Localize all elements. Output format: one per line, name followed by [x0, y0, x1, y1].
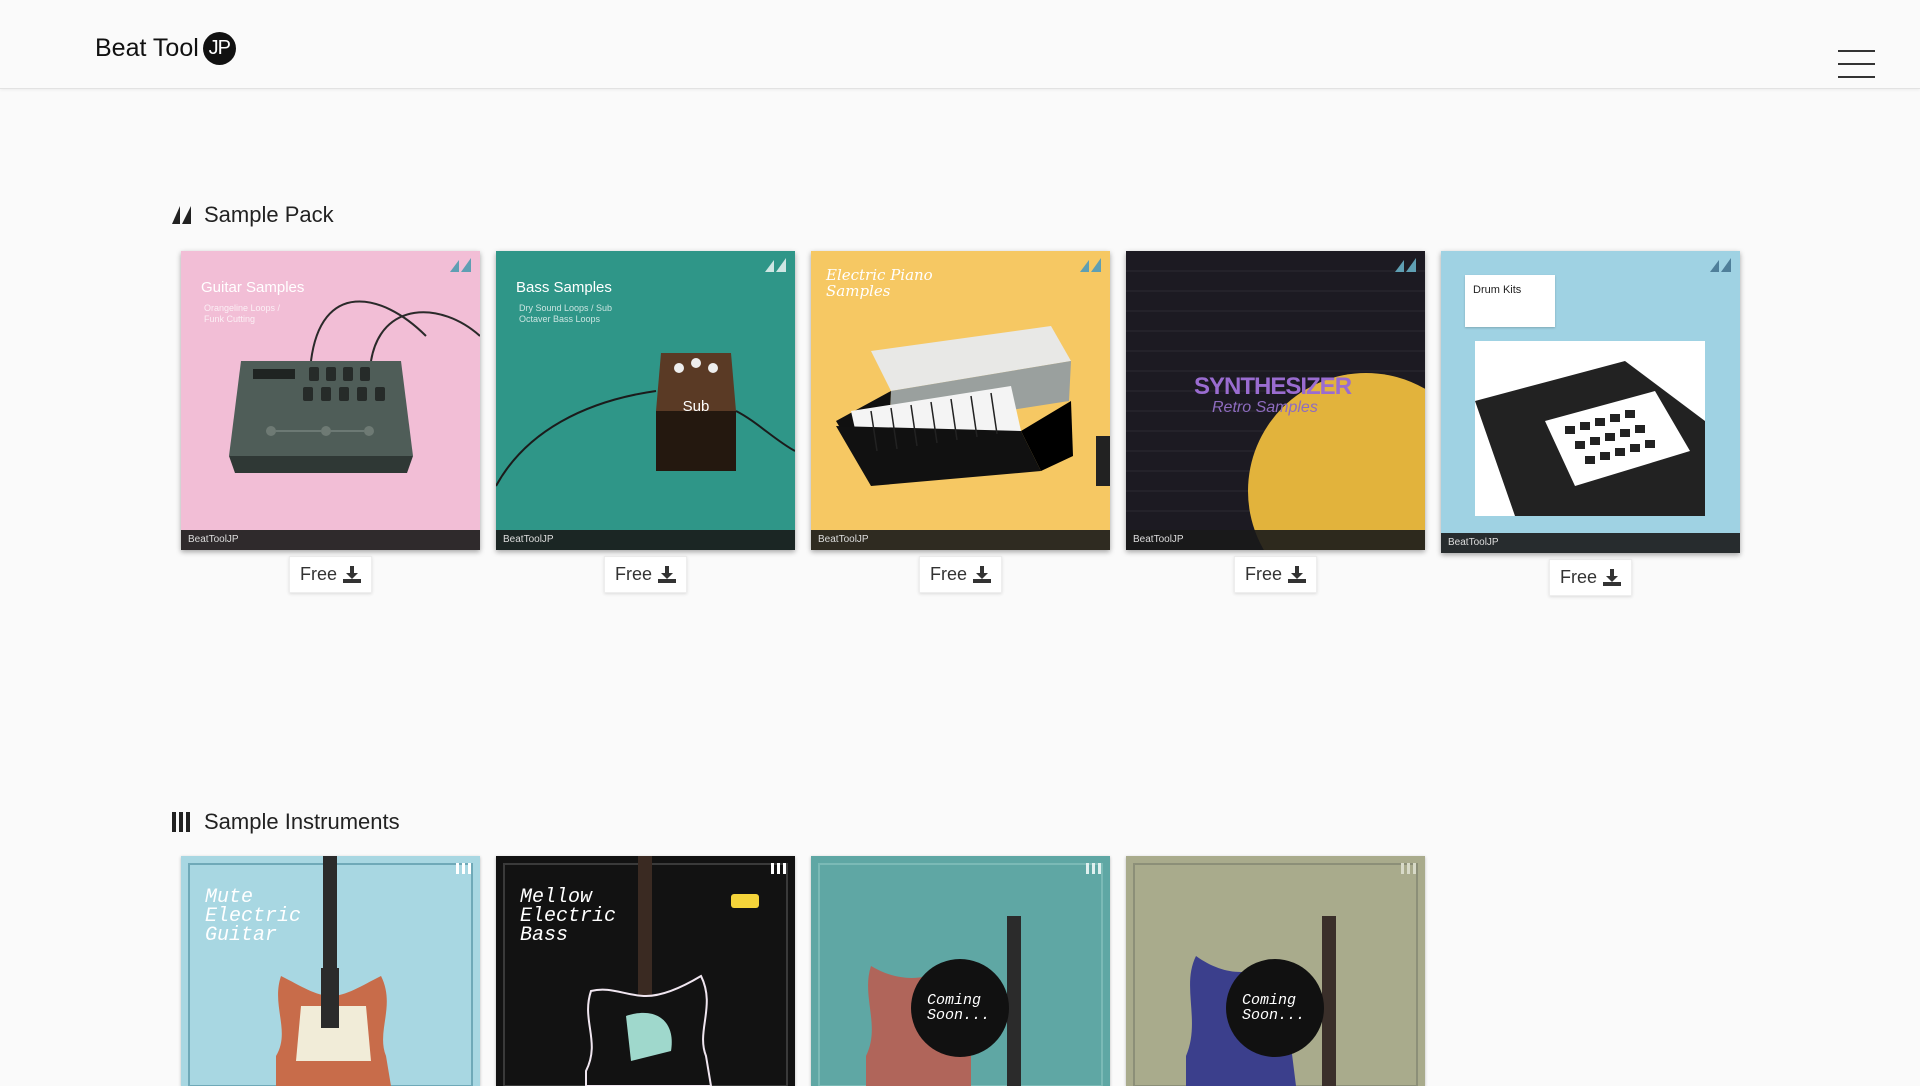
sample-pack-card: SYNTHESIZER Retro Samples BeatToolJP Fre… [1126, 251, 1425, 596]
mute-electric-guitar-cover[interactable]: Mute Electric Guitar [181, 856, 480, 1086]
sample-instruments-title: Sample Instruments [204, 809, 400, 834]
bass-samples-cover[interactable]: Bass Samples Dry Sound Loops / Sub Octav… [496, 251, 795, 550]
coming-soon-badge: Coming Soon... [1226, 959, 1324, 1057]
instrument-title: Mellow Electric Bass [520, 886, 617, 947]
download-button[interactable]: Free [603, 556, 687, 593]
synthesizer-cover[interactable]: SYNTHESIZER Retro Samples BeatToolJP [1126, 251, 1425, 550]
drum-kits-cover[interactable]: Drum Kits BeatToolJP [1441, 251, 1740, 553]
instrument-card: Coming Soon... [811, 856, 1110, 1086]
download-button[interactable]: Free [1548, 559, 1632, 596]
price-label: Free [614, 564, 652, 584]
sample-instruments-icon [456, 863, 471, 874]
sample-instruments-heading: Sample Instruments [172, 809, 400, 835]
download-icon [1603, 569, 1621, 586]
guitar-samples-cover[interactable]: Guitar Samples Orangeline Loops / Funk C… [181, 251, 480, 550]
sample-instruments-icon [1086, 863, 1101, 874]
sample-instruments-list: Mute Electric Guitar Mellow Electric Bas… [181, 856, 1441, 1086]
pack-footer: BeatToolJP [496, 530, 795, 550]
brand-badge: JP [202, 32, 236, 65]
sample-pack-list: Guitar Samples Orangeline Loops / Funk C… [181, 251, 1756, 596]
svg-text:Sub: Sub [683, 398, 710, 415]
sample-instruments-icon [1401, 863, 1416, 874]
price-label: Free [1244, 564, 1282, 584]
coming-soon-bass-cover[interactable]: Coming Soon... [1126, 856, 1425, 1086]
pack-footer: BeatToolJP [181, 530, 480, 550]
instrument-title: Mute Electric Guitar [205, 886, 302, 947]
sample-pack-icon [1395, 258, 1416, 272]
drum-machine-illustration [229, 300, 480, 473]
sample-pack-title: Sample Pack [204, 202, 334, 227]
sample-pack-icon [172, 206, 192, 224]
brand-logo-link[interactable]: Beat Tool JP [95, 32, 236, 65]
pack-footer: BeatToolJP [1126, 530, 1425, 550]
download-button[interactable]: Free [918, 556, 1002, 593]
pack-name: Drum Kits [1473, 284, 1522, 296]
bass-pedal-illustration: Sub [496, 353, 795, 487]
coming-soon-badge: Coming Soon... [911, 959, 1009, 1057]
download-icon [1288, 566, 1306, 583]
sample-pack-heading: Sample Pack [172, 202, 334, 228]
coming-soon-text: Coming Soon... [1242, 992, 1306, 1024]
electric-piano-illustration [836, 326, 1110, 486]
download-button[interactable]: Free [1233, 556, 1317, 593]
pack-footer: BeatToolJP [811, 530, 1110, 550]
brand-text: Beat Tool [95, 34, 199, 62]
sample-pack-card: Drum Kits BeatToolJP Free [1441, 251, 1740, 596]
coming-soon-guitar-cover[interactable]: Coming Soon... [811, 856, 1110, 1086]
sample-instruments-icon [771, 863, 786, 874]
electric-piano-samples-cover[interactable]: Electric Piano Samples BeatToolJP [811, 251, 1110, 550]
sample-pack-card: Electric Piano Samples BeatToolJP Free [811, 251, 1110, 596]
navbar: Beat Tool JP [0, 0, 1920, 89]
price-label: Free [1559, 567, 1597, 587]
instrument-card: Coming Soon... [1126, 856, 1425, 1086]
coming-soon-text: Coming Soon... [927, 992, 991, 1024]
sample-pack-card: Bass Samples Dry Sound Loops / Sub Octav… [496, 251, 795, 596]
pack-footer: BeatToolJP [1441, 533, 1740, 553]
sample-pack-card: Guitar Samples Orangeline Loops / Funk C… [181, 251, 480, 596]
sample-pack-icon [1710, 258, 1731, 272]
hamburger-menu-icon[interactable] [1838, 50, 1875, 78]
price-label: Free [929, 564, 967, 584]
instrument-card: Mute Electric Guitar [181, 856, 480, 1086]
download-icon [658, 566, 676, 583]
drum-kits-label-card: Drum Kits [1465, 275, 1555, 327]
download-icon [343, 566, 361, 583]
instrument-card: Mellow Electric Bass [496, 856, 795, 1086]
download-button[interactable]: Free [288, 556, 372, 593]
price-label: Free [299, 564, 337, 584]
drum-machine-photo [1475, 341, 1705, 516]
pack-subtitle: Retro Samples [1212, 399, 1318, 416]
mellow-electric-bass-cover[interactable]: Mellow Electric Bass [496, 856, 795, 1086]
sample-instruments-icon [172, 812, 192, 832]
pack-name: SYNTHESIZER [1194, 373, 1352, 400]
download-icon [973, 566, 991, 583]
